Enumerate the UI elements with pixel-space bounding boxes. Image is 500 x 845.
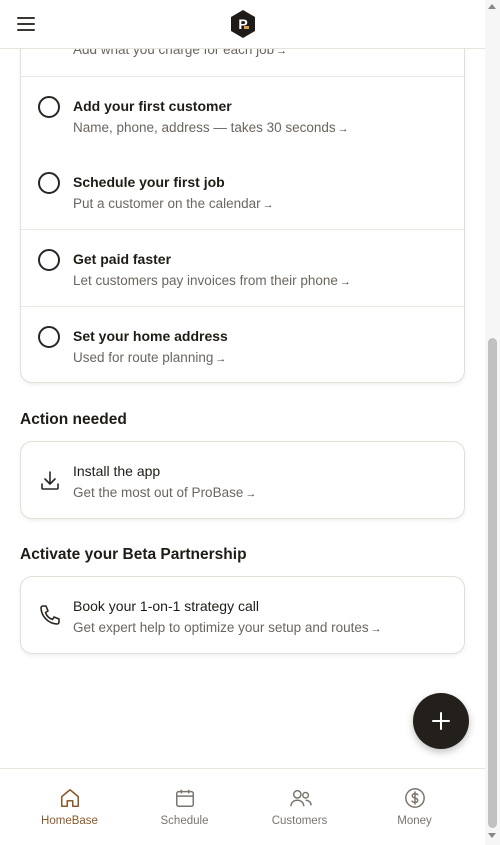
calendar-icon xyxy=(176,789,194,807)
checklist-item-home-address[interactable]: Set your home address Used for route pla… xyxy=(21,307,464,383)
hamburger-menu-icon[interactable] xyxy=(17,17,35,31)
checklist-item-add-customer[interactable]: Add your first customer Name, phone, add… xyxy=(21,77,464,153)
checklist-item-get-paid[interactable]: Get paid faster Let customers pay invoic… xyxy=(21,230,464,307)
scrollbar-thumb[interactable] xyxy=(488,338,497,828)
checklist-item-subtitle: Let customers pay invoices from their ph… xyxy=(73,273,338,288)
arrow-right-icon: → xyxy=(262,199,274,211)
add-fab-button[interactable] xyxy=(413,693,469,749)
install-app-card[interactable]: Install the app Get the most out of ProB… xyxy=(20,441,465,519)
arrow-right-icon: → xyxy=(337,123,349,135)
download-icon xyxy=(41,471,59,490)
checklist-item-title: Schedule your first job xyxy=(73,174,225,190)
beta-partnership-heading: Activate your Beta Partnership xyxy=(20,546,247,563)
checklist-item-subtitle: Put a customer on the calendar xyxy=(73,196,261,211)
nav-label: HomeBase xyxy=(41,815,98,827)
nav-item-customers[interactable]: Customers xyxy=(242,769,357,845)
arrow-right-icon: → xyxy=(370,623,382,635)
action-needed-heading: Action needed xyxy=(20,411,127,428)
arrow-right-icon: → xyxy=(245,488,257,500)
checklist-item-title: Set your home address xyxy=(73,328,228,344)
top-bar: P xyxy=(0,0,485,49)
strategy-call-card[interactable]: Book your 1-on-1 strategy call Get exper… xyxy=(20,576,465,654)
install-app-subtitle: Get the most out of ProBase xyxy=(73,485,244,500)
dollar-icon xyxy=(405,788,425,808)
unchecked-circle-icon[interactable] xyxy=(38,326,60,348)
main-content[interactable]: Add what you charge for each job → Add yo… xyxy=(0,49,485,768)
nav-item-homebase[interactable]: HomeBase xyxy=(12,769,127,845)
scroll-down-arrow-icon[interactable] xyxy=(488,833,496,838)
arrow-right-icon: → xyxy=(339,276,351,288)
unchecked-circle-icon[interactable] xyxy=(38,249,60,271)
checklist-item-subtitle: Add what you charge for each job xyxy=(73,49,275,57)
unchecked-circle-icon[interactable] xyxy=(38,172,60,194)
checklist-item-subtitle: Used for route planning xyxy=(73,350,214,365)
plus-icon xyxy=(432,712,450,730)
unchecked-circle-icon[interactable] xyxy=(38,96,60,118)
checklist-item-partial[interactable]: Add what you charge for each job → xyxy=(21,49,464,77)
bottom-nav: HomeBase Schedule Customers Money xyxy=(0,768,485,845)
strategy-call-subtitle: Get expert help to optimize your setup a… xyxy=(73,620,369,635)
strategy-call-title: Book your 1-on-1 strategy call xyxy=(73,598,259,614)
checklist-item-subtitle: Name, phone, address — takes 30 seconds xyxy=(73,120,336,135)
arrow-right-icon: → xyxy=(215,353,227,365)
install-app-title: Install the app xyxy=(73,463,161,479)
checklist-item-title: Add your first customer xyxy=(73,98,232,114)
users-icon xyxy=(290,789,312,807)
home-icon xyxy=(60,788,80,808)
nav-item-schedule[interactable]: Schedule xyxy=(127,769,242,845)
arrow-right-icon: → xyxy=(276,49,288,57)
nav-label: Money xyxy=(397,815,432,827)
phone-icon xyxy=(40,605,60,625)
checklist-item-title: Get paid faster xyxy=(73,251,172,267)
nav-item-money[interactable]: Money xyxy=(357,769,472,845)
nav-label: Schedule xyxy=(160,815,209,827)
scroll-up-arrow-icon[interactable] xyxy=(488,4,496,9)
onboarding-checklist-card: Add what you charge for each job → Add yo… xyxy=(20,49,465,383)
svg-text:P: P xyxy=(238,16,247,32)
probase-logo[interactable]: P xyxy=(229,9,257,39)
nav-label: Customers xyxy=(271,815,328,827)
checklist-item-schedule-job[interactable]: Schedule your first job Put a customer o… xyxy=(21,153,464,230)
